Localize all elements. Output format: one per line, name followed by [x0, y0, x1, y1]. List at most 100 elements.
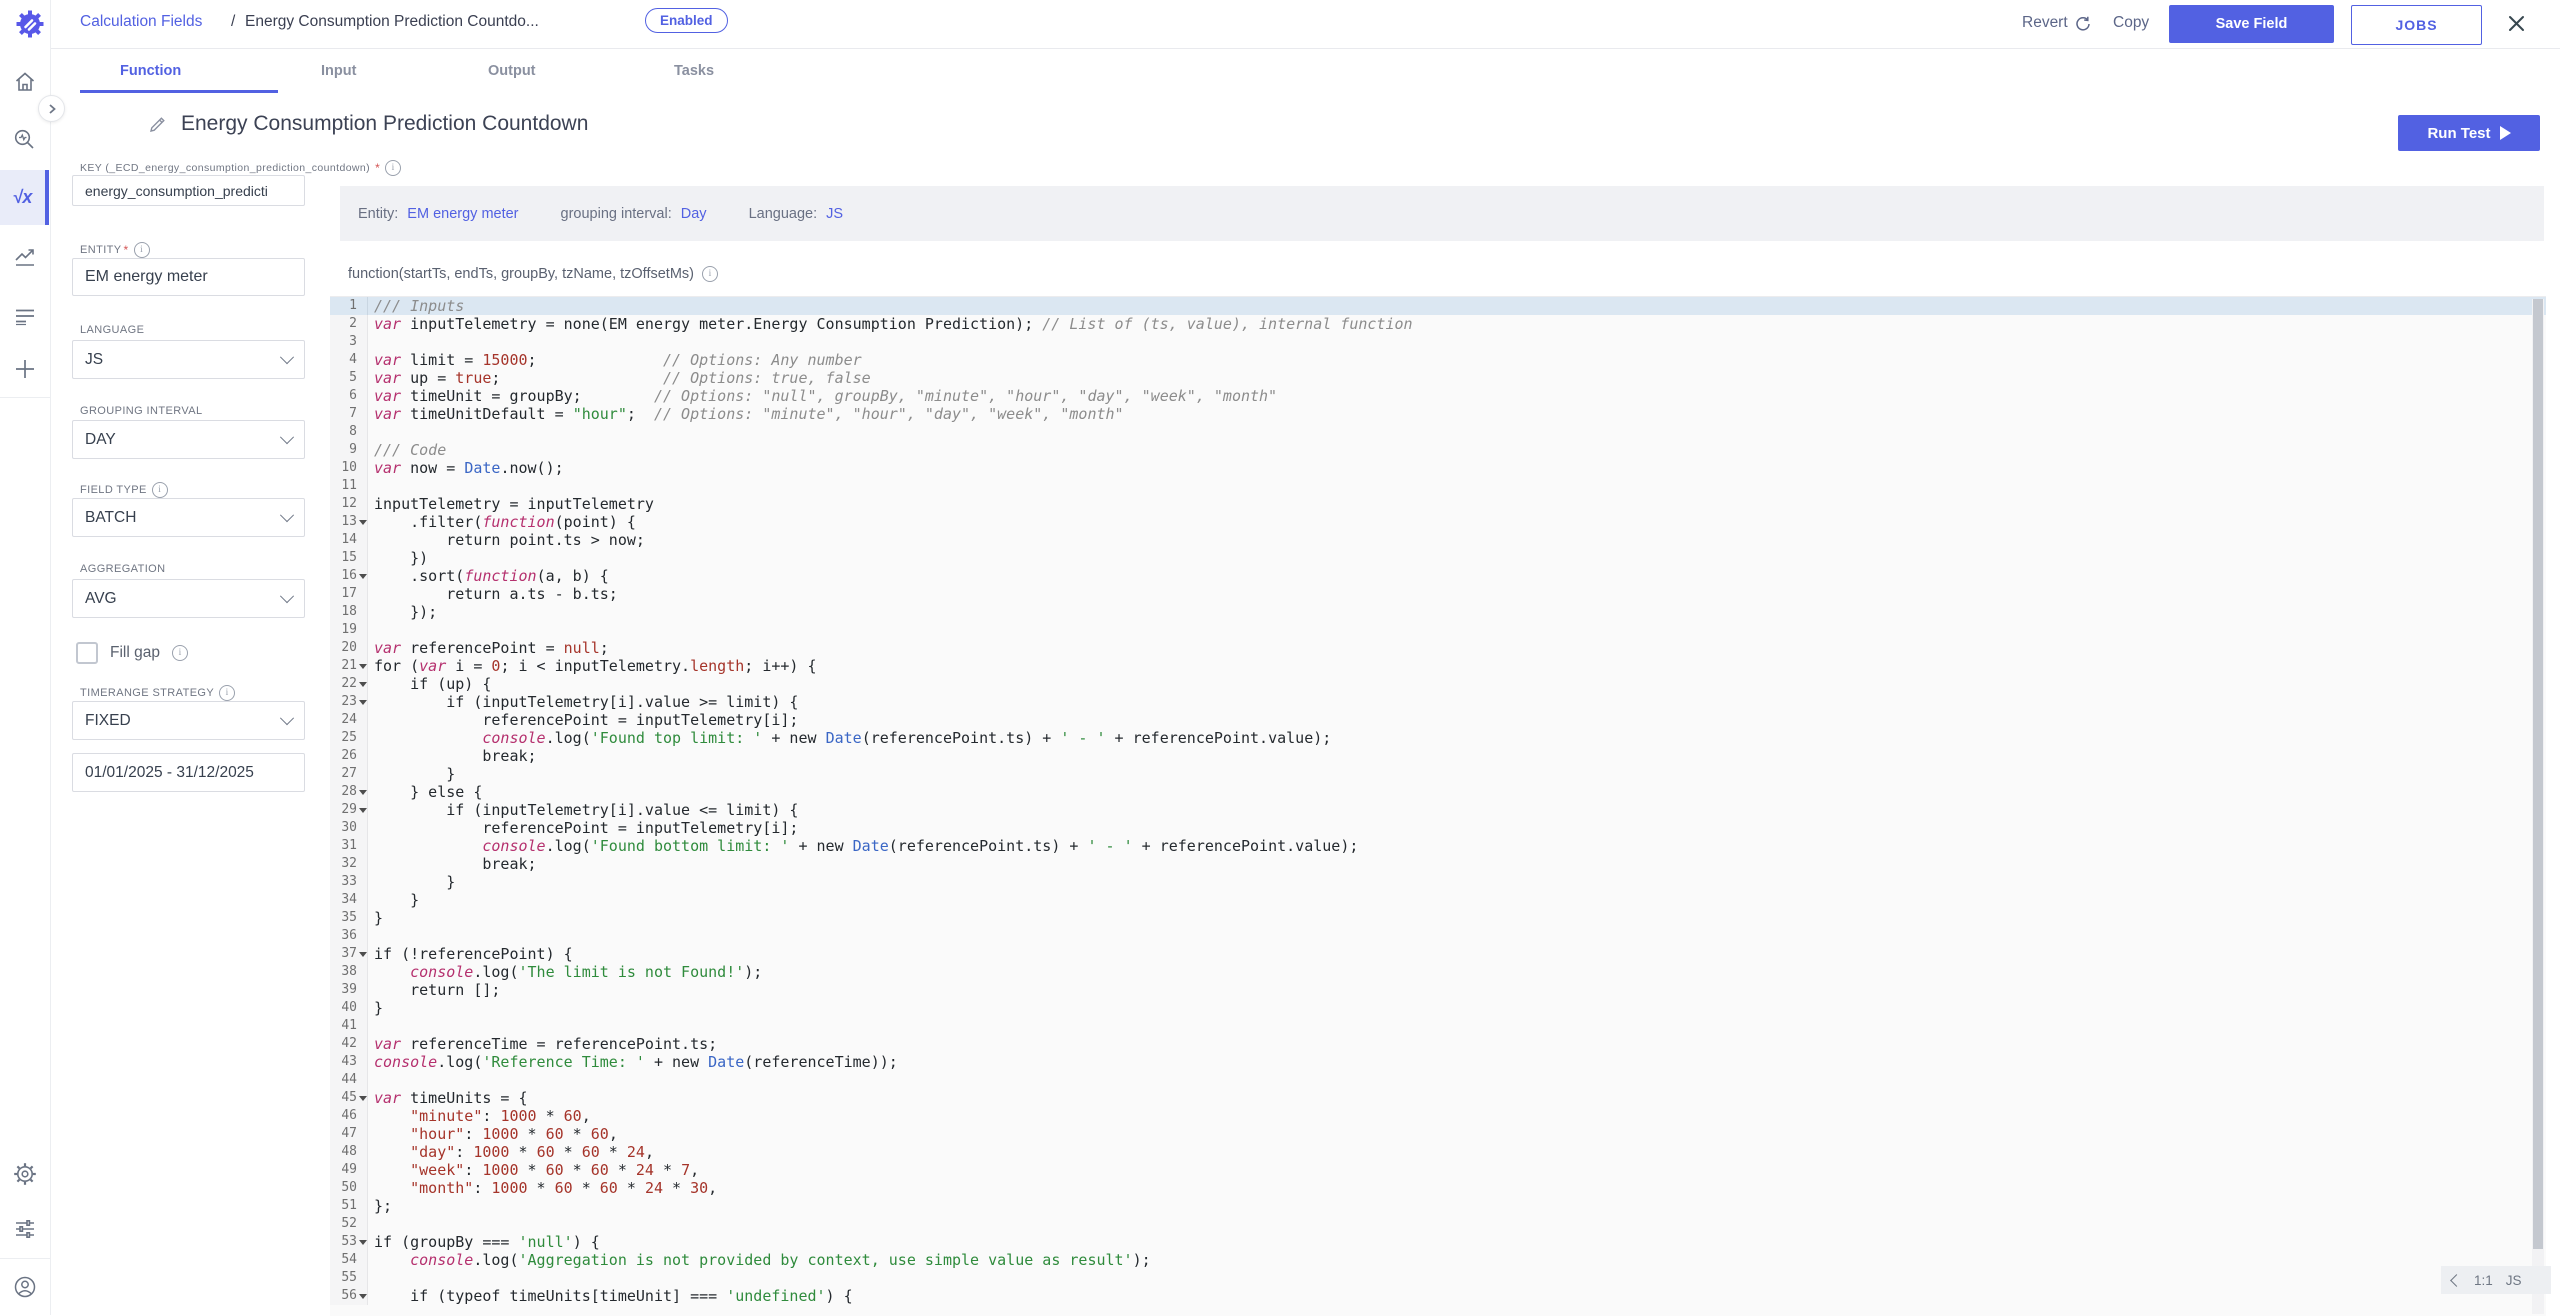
copy-button[interactable]: Copy: [2113, 14, 2149, 32]
code-line[interactable]: 31 console.log('Found bottom limit: ' + …: [330, 837, 2546, 855]
account-profile-icon[interactable]: [0, 1263, 49, 1311]
info-icon[interactable]: i: [702, 266, 718, 282]
line-number[interactable]: 1: [330, 297, 368, 315]
info-icon[interactable]: i: [385, 160, 401, 176]
code-line[interactable]: 42var referenceTime = referencePoint.ts;: [330, 1035, 2546, 1053]
line-number[interactable]: 41: [330, 1017, 368, 1035]
line-number[interactable]: 44: [330, 1071, 368, 1089]
code-line[interactable]: 6var timeUnit = groupBy; // Options: "nu…: [330, 387, 2546, 405]
chevron-left-icon[interactable]: [2450, 1274, 2463, 1287]
fold-arrow-icon[interactable]: [359, 682, 367, 687]
line-number[interactable]: 11: [330, 477, 368, 495]
line-number[interactable]: 17: [330, 585, 368, 603]
line-number[interactable]: 38: [330, 963, 368, 981]
key-input[interactable]: energy_consumption_predicti: [72, 175, 305, 206]
tab-output[interactable]: Output: [488, 63, 536, 79]
code-line[interactable]: 50 "month": 1000 * 60 * 60 * 24 * 30,: [330, 1179, 2546, 1197]
line-number[interactable]: 16: [330, 567, 368, 585]
line-number[interactable]: 3: [330, 333, 368, 351]
line-number[interactable]: 22: [330, 675, 368, 693]
line-number[interactable]: 19: [330, 621, 368, 639]
code-line[interactable]: 52: [330, 1215, 2546, 1233]
fold-arrow-icon[interactable]: [359, 1240, 367, 1245]
code-line[interactable]: 32 break;: [330, 855, 2546, 873]
code-line[interactable]: 5var up = true; // Options: true, false: [330, 369, 2546, 387]
zoom-level-indicator[interactable]: 1:1: [2474, 1273, 2493, 1288]
info-icon[interactable]: i: [134, 242, 150, 258]
code-line[interactable]: 41: [330, 1017, 2546, 1035]
fold-arrow-icon[interactable]: [359, 700, 367, 705]
tune-sliders-icon[interactable]: [0, 1205, 49, 1253]
code-line[interactable]: 19: [330, 621, 2546, 639]
code-line[interactable]: 39 return [];: [330, 981, 2546, 999]
line-number[interactable]: 35: [330, 909, 368, 927]
line-number[interactable]: 48: [330, 1143, 368, 1161]
code-line[interactable]: 55: [330, 1269, 2546, 1287]
code-line[interactable]: 40}: [330, 999, 2546, 1017]
line-number[interactable]: 6: [330, 387, 368, 405]
code-line[interactable]: 24 referencePoint = inputTelemetry[i];: [330, 711, 2546, 729]
line-number[interactable]: 9: [330, 441, 368, 459]
line-number[interactable]: 7: [330, 405, 368, 423]
context-entity-link[interactable]: EM energy meter: [407, 206, 518, 222]
line-number[interactable]: 32: [330, 855, 368, 873]
line-number[interactable]: 47: [330, 1125, 368, 1143]
line-number[interactable]: 24: [330, 711, 368, 729]
context-grouping-link[interactable]: Day: [681, 206, 707, 222]
fill-gap-checkbox[interactable]: [76, 642, 98, 664]
calculation-fields-icon[interactable]: √x: [0, 170, 49, 225]
fullscreen-expand-icon[interactable]: [2494, 301, 2508, 315]
code-line[interactable]: 48 "day": 1000 * 60 * 60 * 24,: [330, 1143, 2546, 1161]
line-number[interactable]: 54: [330, 1251, 368, 1269]
code-line[interactable]: 1/// Inputs: [330, 297, 2546, 315]
line-number[interactable]: 37: [330, 945, 368, 963]
breadcrumb-root-link[interactable]: Calculation Fields: [80, 13, 202, 31]
code-line[interactable]: 44: [330, 1071, 2546, 1089]
code-line[interactable]: 7var timeUnitDefault = "hour"; // Option…: [330, 405, 2546, 423]
code-line[interactable]: 12inputTelemetry = inputTelemetry: [330, 495, 2546, 513]
code-line[interactable]: 23 if (inputTelemetry[i].value >= limit)…: [330, 693, 2546, 711]
code-line[interactable]: 15 }): [330, 549, 2546, 567]
code-line[interactable]: 14 return point.ts > now;: [330, 531, 2546, 549]
timerange-strategy-select[interactable]: FIXED: [72, 701, 305, 740]
line-number[interactable]: 28: [330, 783, 368, 801]
line-number[interactable]: 46: [330, 1107, 368, 1125]
info-icon[interactable]: i: [152, 482, 168, 498]
code-line[interactable]: 17 return a.ts - b.ts;: [330, 585, 2546, 603]
save-field-button[interactable]: Save Field: [2169, 5, 2334, 43]
fold-arrow-icon[interactable]: [359, 952, 367, 957]
entities-list-icon[interactable]: [0, 292, 49, 340]
code-line[interactable]: 35}: [330, 909, 2546, 927]
code-line[interactable]: 27 }: [330, 765, 2546, 783]
code-line[interactable]: 51};: [330, 1197, 2546, 1215]
trending-chart-icon[interactable]: [0, 233, 49, 281]
code-line[interactable]: 21for (var i = 0; i < inputTelemetry.len…: [330, 657, 2546, 675]
code-line[interactable]: 56 if (typeof timeUnits[timeUnit] === 'u…: [330, 1287, 2546, 1305]
line-number[interactable]: 18: [330, 603, 368, 621]
language-select[interactable]: JS: [72, 340, 305, 379]
line-number[interactable]: 29: [330, 801, 368, 819]
code-line[interactable]: 45var timeUnits = {: [330, 1089, 2546, 1107]
code-line[interactable]: 13 .filter(function(point) {: [330, 513, 2546, 531]
line-number[interactable]: 2: [330, 315, 368, 333]
line-number[interactable]: 15: [330, 549, 368, 567]
line-number[interactable]: 55: [330, 1269, 368, 1287]
code-line[interactable]: 26 break;: [330, 747, 2546, 765]
jobs-button[interactable]: JOBS: [2351, 5, 2482, 45]
code-line[interactable]: 4var limit = 15000; // Options: Any numb…: [330, 351, 2546, 369]
revert-button[interactable]: Revert: [2022, 14, 2091, 32]
fold-arrow-icon[interactable]: [359, 1294, 367, 1299]
code-line[interactable]: 54 console.log('Aggregation is not provi…: [330, 1251, 2546, 1269]
line-number[interactable]: 43: [330, 1053, 368, 1071]
line-number[interactable]: 52: [330, 1215, 368, 1233]
run-test-button[interactable]: Run Test: [2398, 115, 2540, 151]
language-indicator[interactable]: JS: [2506, 1273, 2522, 1288]
line-number[interactable]: 39: [330, 981, 368, 999]
line-number[interactable]: 31: [330, 837, 368, 855]
code-line[interactable]: 47 "hour": 1000 * 60 * 60,: [330, 1125, 2546, 1143]
line-number[interactable]: 56: [330, 1287, 368, 1305]
fold-arrow-icon[interactable]: [359, 1096, 367, 1101]
app-logo-icon[interactable]: [15, 9, 45, 39]
context-language-link[interactable]: JS: [826, 206, 843, 222]
line-number[interactable]: 14: [330, 531, 368, 549]
